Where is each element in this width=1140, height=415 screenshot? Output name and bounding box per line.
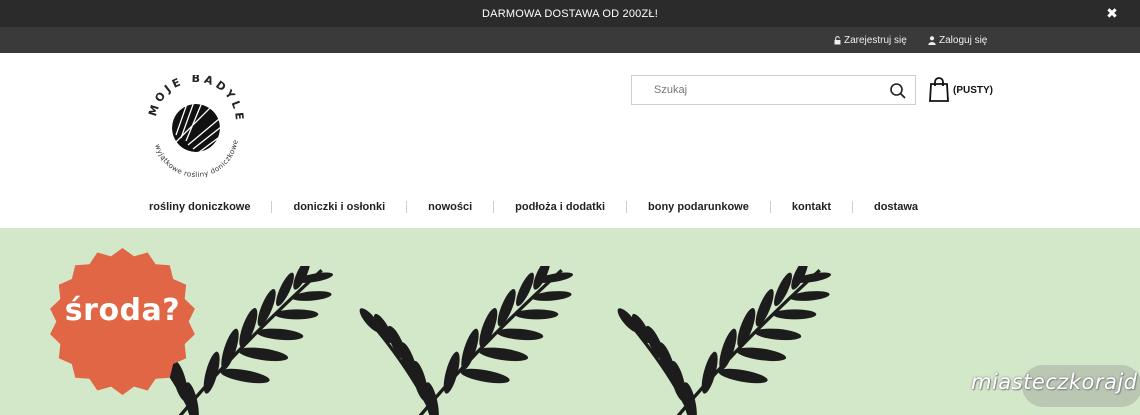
nav-item-bony[interactable]: bony podarunkowe: [627, 201, 770, 213]
register-label: Zarejestruj się: [844, 35, 907, 46]
user-icon: [928, 36, 936, 45]
site-logo[interactable]: MOJE BADYLE wyjątkowe rośliny doniczkowe: [143, 75, 249, 181]
unlock-icon: [834, 36, 841, 45]
search-box: [631, 75, 916, 105]
close-icon[interactable]: ✖: [1106, 6, 1118, 20]
nav-item-kontakt[interactable]: kontakt: [771, 201, 852, 213]
nav-item-podloza[interactable]: podłoża i dodatki: [494, 201, 626, 213]
nav-item-nowosci[interactable]: nowości: [407, 201, 493, 213]
fern-illustration-3: [612, 266, 834, 415]
main-nav: rośliny doniczkowe doniczki i osłonki no…: [128, 196, 939, 218]
login-label: Zaloguj się: [939, 35, 988, 46]
search-icon[interactable]: [889, 82, 907, 100]
hero-banner[interactable]: środa? miasteczkorajd: [0, 228, 1140, 415]
nav-item-doniczki[interactable]: doniczki i osłonki: [272, 201, 406, 213]
promo-text: DARMOWA DOSTAWA OD 200ZŁ!: [482, 7, 658, 20]
nav-item-rosliny[interactable]: rośliny doniczkowe: [128, 201, 271, 213]
login-link[interactable]: Zaloguj się: [928, 35, 987, 46]
search-input[interactable]: [654, 76, 894, 104]
cart-button[interactable]: (PUSTY): [929, 77, 993, 102]
promo-bar: DARMOWA DOSTAWA OD 200ZŁ! ✖: [0, 0, 1140, 27]
fern-illustration-2: [354, 266, 576, 415]
watermark-text: miasteczkorajd: [971, 370, 1138, 394]
leaf-emblem-icon: [172, 104, 220, 152]
badge-text: środa?: [64, 293, 181, 328]
nav-item-dostawa[interactable]: dostawa: [853, 201, 939, 213]
register-link[interactable]: Zarejestruj się: [834, 35, 907, 46]
user-bar: Zarejestruj się Zaloguj się: [0, 27, 1140, 53]
shopping-bag-icon: [929, 77, 949, 102]
cart-status: (PUSTY): [953, 85, 993, 96]
